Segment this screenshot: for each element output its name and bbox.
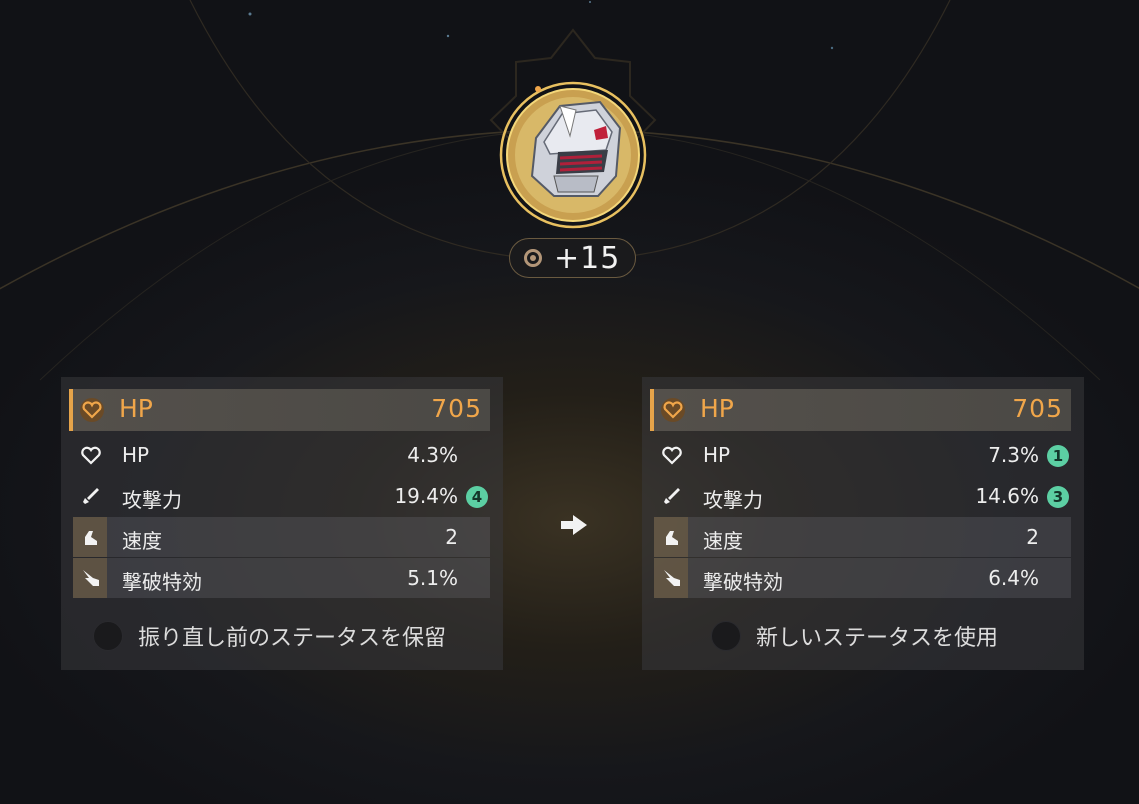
roll-count-badge: 1 [1047, 445, 1069, 467]
new-stats-panel[interactable]: HP 705 HP 7.3% 1 攻撃力 14.6% 3 速度 2 撃破特効 6… [642, 377, 1084, 670]
use-new-stats-option[interactable]: 新しいステータスを使用 [711, 620, 998, 652]
keep-old-stats-option[interactable]: 振り直し前のステータスを保留 [93, 620, 446, 652]
main-stat-name: HP [700, 394, 734, 423]
relic-level-badge: +15 [509, 238, 636, 278]
heart-icon [80, 398, 104, 422]
sub-stat-row-hp: HP 7.3% 1 [654, 435, 1071, 475]
choice-label: 新しいステータスを使用 [756, 626, 999, 651]
sub-stat-row-break: 撃破特効 6.4% [654, 558, 1071, 598]
current-stats-panel[interactable]: HP 705 HP 4.3% 攻撃力 19.4% 4 速度 2 撃破特効 5.1… [61, 377, 503, 670]
main-stat-row: HP 705 [650, 389, 1071, 431]
main-stat-row: HP 705 [69, 389, 490, 431]
relic-helmet-icon[interactable] [498, 80, 648, 230]
burst-icon [664, 570, 680, 586]
radio-button[interactable] [711, 621, 741, 651]
roll-count-badge: 4 [466, 486, 488, 508]
burst-icon [83, 570, 99, 586]
sub-stat-name: 速度 [703, 529, 743, 553]
boot-icon [666, 531, 678, 545]
sub-stat-row-atk: 攻撃力 19.4% 4 [73, 476, 490, 516]
sub-stat-value: 5.1% [407, 566, 458, 590]
main-stat-value: 705 [1012, 394, 1063, 423]
sword-icon [664, 488, 680, 504]
sub-stat-value: 19.4% [394, 484, 458, 508]
arrow-right-icon [561, 515, 587, 535]
sub-stat-value: 6.4% [988, 566, 1039, 590]
sub-stat-value: 4.3% [407, 443, 458, 467]
sub-stat-row-spd: 速度 2 [73, 517, 490, 557]
sub-stat-name: 攻撃力 [122, 488, 182, 512]
sub-stat-value: 2 [445, 525, 458, 549]
sword-icon [83, 488, 99, 504]
sub-stat-name: 速度 [122, 529, 162, 553]
sub-stat-value: 7.3% [988, 443, 1039, 467]
boot-icon [85, 531, 97, 545]
level-ring-icon [524, 249, 542, 267]
radio-button[interactable] [93, 621, 123, 651]
heart-icon [661, 398, 685, 422]
sub-stat-row-atk: 攻撃力 14.6% 3 [654, 476, 1071, 516]
main-stat-value: 705 [431, 394, 482, 423]
sub-stat-name: 撃破特効 [703, 570, 783, 594]
sub-stat-row-hp: HP 4.3% [73, 435, 490, 475]
sub-stat-value: 2 [1026, 525, 1039, 549]
main-stat-name: HP [119, 394, 153, 423]
roll-count-badge: 3 [1047, 486, 1069, 508]
sub-stat-name: HP [703, 443, 731, 467]
choice-label: 振り直し前のステータスを保留 [138, 626, 447, 651]
relic-level: +15 [554, 240, 621, 276]
sub-stat-row-spd: 速度 2 [654, 517, 1071, 557]
sub-stat-name: HP [122, 443, 150, 467]
sub-stat-name: 撃破特効 [122, 570, 202, 594]
heart-icon [662, 446, 682, 465]
heart-icon [81, 446, 101, 465]
sub-stat-name: 攻撃力 [703, 488, 763, 512]
sub-stat-row-break: 撃破特効 5.1% [73, 558, 490, 598]
sub-stat-value: 14.6% [975, 484, 1039, 508]
